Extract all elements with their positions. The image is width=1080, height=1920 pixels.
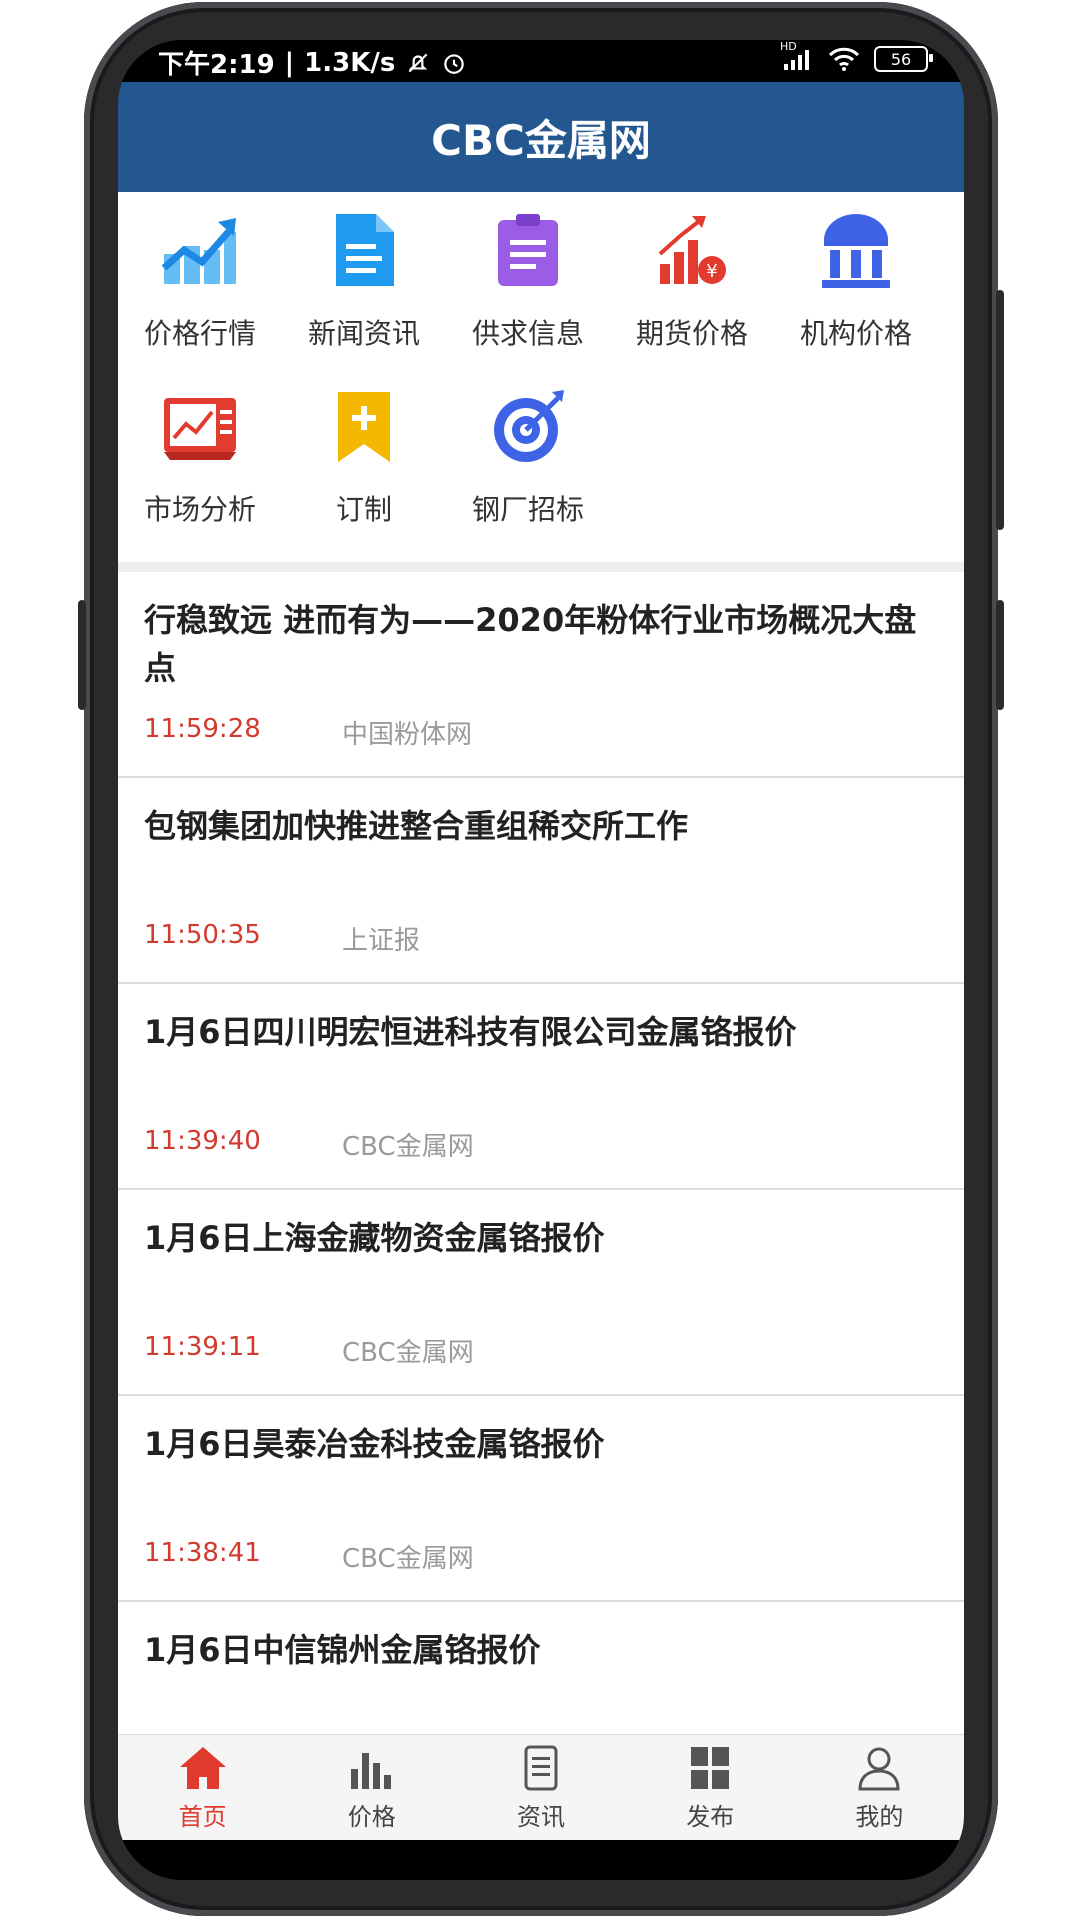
tab-label: 我的 xyxy=(855,1803,904,1831)
app-header: CBC金属网 xyxy=(118,82,964,192)
menu-item-price-trend[interactable]: 价格行情 xyxy=(118,192,282,352)
system-nav-area xyxy=(118,1840,964,1880)
menu-item-label: 供求信息 xyxy=(471,317,584,350)
news-source: 上证报 xyxy=(342,926,421,956)
power-button xyxy=(996,600,1004,710)
tab-label: 首页 xyxy=(178,1803,227,1831)
feature-menu-grid: 价格行情 新闻资讯 供求信息 ¥ 期货价格 机构价格 市场分析 订制 钢厂招标 xyxy=(118,192,964,562)
bookmark-plus-icon xyxy=(338,392,390,462)
wifi-icon xyxy=(828,47,860,71)
menu-item-custom[interactable]: 订制 xyxy=(282,368,446,528)
news-item[interactable]: 1月6日四川明宏恒进科技有限公司金属铬报价 11:39:40 CBC金属网 xyxy=(118,984,964,1190)
market-analysis-icon xyxy=(164,398,236,460)
news-time: 11:59:28 xyxy=(144,714,261,744)
document-icon xyxy=(524,1745,558,1791)
institution-building-icon xyxy=(822,214,890,288)
page-title: CBC金属网 xyxy=(431,115,651,165)
supply-clipboard-icon xyxy=(498,214,558,286)
news-title: 1月6日上海金藏物资金属铬报价 xyxy=(144,1219,605,1257)
volume-button xyxy=(78,600,86,710)
news-time: 11:38:41 xyxy=(144,1538,261,1568)
tab-label: 资讯 xyxy=(517,1803,565,1831)
tab-label: 发布 xyxy=(686,1803,735,1831)
tab-news[interactable]: 资讯 xyxy=(456,1735,625,1841)
status-divider: | xyxy=(284,47,295,78)
tab-publish[interactable]: 发布 xyxy=(626,1735,795,1841)
bottom-tab-bar: 首页 价格 资讯 发布 我的 xyxy=(118,1734,964,1841)
phone-screen: 下午2:19 | 1.3K/s HD 56 CBC金属网 价格行情 新闻资讯 供… xyxy=(118,40,964,1880)
alarm-clock-icon xyxy=(444,53,465,74)
menu-item-label: 钢厂招标 xyxy=(471,493,584,526)
menu-item-label: 期货价格 xyxy=(635,317,748,350)
menu-item-institution[interactable]: 机构价格 xyxy=(774,192,938,352)
status-bar: 下午2:19 | 1.3K/s HD 56 xyxy=(118,40,964,82)
network-speed: 1.3K/s xyxy=(304,47,396,78)
news-time: 11:39:40 xyxy=(144,1126,261,1156)
hd-label: HD xyxy=(780,40,797,53)
news-source: CBC金属网 xyxy=(342,1338,474,1368)
menu-item-supply[interactable]: 供求信息 xyxy=(446,192,610,352)
battery-indicator: 56 xyxy=(874,46,933,72)
futures-chart-icon: ¥ xyxy=(658,216,726,284)
cellular-signal-icon: HD xyxy=(780,40,814,72)
grid-icon xyxy=(691,1747,730,1789)
price-trend-icon xyxy=(161,218,236,284)
home-icon xyxy=(179,1747,226,1789)
menu-item-tender[interactable]: 钢厂招标 xyxy=(446,368,610,528)
news-item[interactable]: 1月6日昊泰冶金科技金属铬报价 11:38:41 CBC金属网 xyxy=(118,1396,964,1602)
menu-item-label: 机构价格 xyxy=(799,317,912,350)
news-title: 包钢集团加快推进整合重组稀交所工作 xyxy=(144,807,689,845)
news-doc-icon xyxy=(336,214,394,286)
user-icon xyxy=(858,1747,900,1791)
tab-home[interactable]: 首页 xyxy=(118,1735,287,1841)
tab-label: 价格 xyxy=(347,1803,396,1831)
news-item[interactable]: 包钢集团加快推进整合重组稀交所工作 11:50:35 上证报 xyxy=(118,778,964,984)
target-icon xyxy=(494,390,564,462)
menu-item-label: 价格行情 xyxy=(143,317,256,350)
menu-item-label: 新闻资讯 xyxy=(307,317,420,350)
section-divider xyxy=(118,562,964,572)
bar-chart-icon xyxy=(350,1753,391,1789)
news-item[interactable]: 1月6日中信锦州金属铬报价 xyxy=(118,1602,964,1734)
menu-item-futures[interactable]: ¥ 期货价格 xyxy=(610,192,774,352)
news-time: 11:39:11 xyxy=(144,1332,261,1362)
news-item[interactable]: 1月6日上海金藏物资金属铬报价 11:39:11 CBC金属网 xyxy=(118,1190,964,1396)
svg-text:¥: ¥ xyxy=(706,261,717,282)
news-source: CBC金属网 xyxy=(342,1132,474,1162)
news-title: 1月6日中信锦州金属铬报价 xyxy=(144,1631,541,1669)
news-title: 1月6日昊泰冶金科技金属铬报价 xyxy=(144,1425,605,1463)
battery-level: 56 xyxy=(890,49,912,69)
news-source: CBC金属网 xyxy=(342,1544,474,1574)
menu-item-label: 订制 xyxy=(335,493,392,526)
menu-item-label: 市场分析 xyxy=(143,493,256,526)
menu-item-market-analysis[interactable]: 市场分析 xyxy=(118,368,282,528)
mute-bell-icon xyxy=(408,53,428,72)
menu-item-news[interactable]: 新闻资讯 xyxy=(282,192,446,352)
tab-mine[interactable]: 我的 xyxy=(795,1735,964,1841)
news-item[interactable]: 行稳致远 进而有为——2020年粉体行业市场概况大盘点 11:59:28 中国粉… xyxy=(118,572,964,778)
news-title: 行稳致远 进而有为——2020年粉体行业市场概况大盘点 xyxy=(144,601,917,687)
news-title: 1月6日四川明宏恒进科技有限公司金属铬报价 xyxy=(144,1013,797,1051)
main-content: 价格行情 新闻资讯 供求信息 ¥ 期货价格 机构价格 市场分析 订制 钢厂招标 … xyxy=(118,192,964,1734)
side-button-right xyxy=(996,290,1004,530)
news-source: 中国粉体网 xyxy=(342,720,473,750)
news-time: 11:50:35 xyxy=(144,920,261,950)
status-time: 下午2:19 xyxy=(158,50,275,80)
tab-price[interactable]: 价格 xyxy=(287,1735,456,1841)
